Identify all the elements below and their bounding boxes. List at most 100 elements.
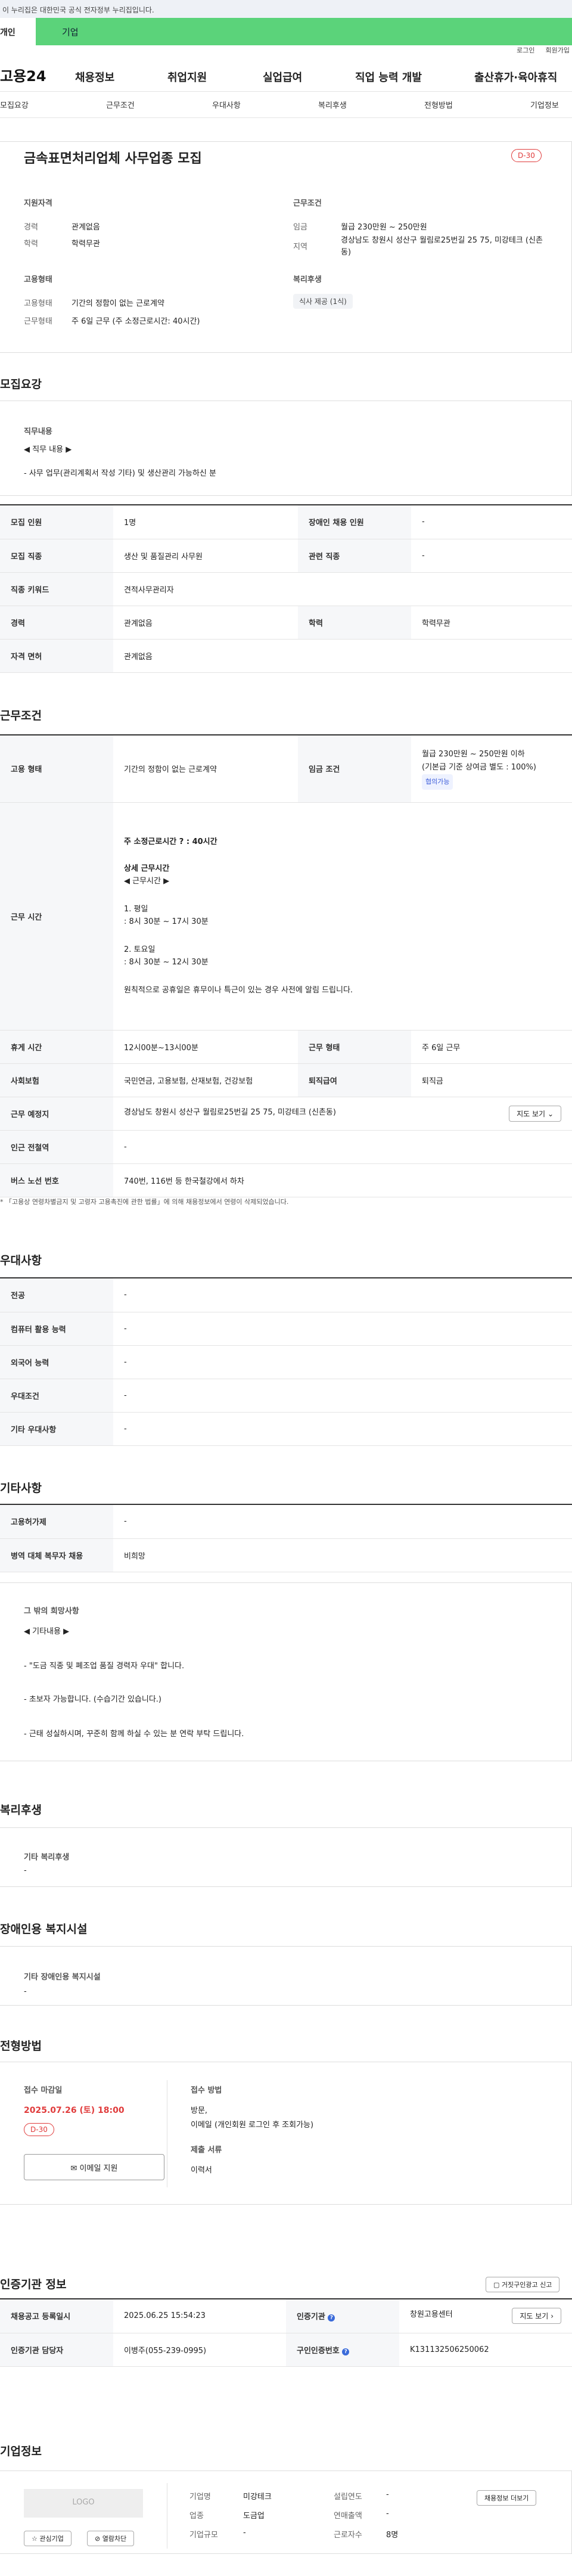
anchor-pref[interactable]: 우대사항 xyxy=(212,99,241,110)
row-value: - xyxy=(411,505,572,539)
anchor-company[interactable]: 기업정보 xyxy=(530,99,559,110)
employees-value: 8명 xyxy=(386,2531,399,2540)
member-type-tabs: 개인 기업 xyxy=(0,18,572,45)
saturday-hours: : 8시 30분 ~ 12시 30분 xyxy=(124,958,209,967)
map-button-label: 지도 보기 xyxy=(517,1109,546,1118)
row-label: 구인인증번호 ? xyxy=(286,2333,399,2367)
more-jobs-button[interactable]: 채용정보 더보기 xyxy=(477,2490,537,2506)
welfare-title: 복리후생 xyxy=(293,275,322,284)
chevron-right-icon: › xyxy=(551,2312,554,2321)
detail-hours-sub: ◀ 근무시간 ▶ xyxy=(124,877,170,886)
nav-item-training[interactable]: 직업 능력 개발 xyxy=(355,69,474,85)
weekday-label: 1. 평일 xyxy=(124,905,148,914)
table-row: 전공 - xyxy=(0,1278,572,1312)
hope-line-2: - 초보자 가능합니다. (수습기간 있습니다.) xyxy=(24,1695,161,1704)
hope-line-1: - "도금 직종 및 폐조업 품질 경력자 우대" 합니다. xyxy=(24,1662,185,1671)
row-label: 사회보험 xyxy=(0,1063,113,1097)
table-row: 컴퓨터 활용 능력 - xyxy=(0,1312,572,1346)
row-value: 이병주(055-239-0995) xyxy=(113,2333,286,2367)
wage-bonus: (기본급 기준 상여금 별도 : 100%) xyxy=(422,762,536,772)
anchor-recruit[interactable]: 모집요강 xyxy=(0,99,29,110)
block-view-button[interactable]: ⊘ 열람차단 xyxy=(87,2531,135,2546)
hope-line-3: - 근태 성실하시며, 꾸준히 함께 하실 수 있는 분 연락 부탁 드립니다. xyxy=(24,1730,244,1739)
row-value: - xyxy=(113,1130,572,1164)
table-row: 자격 면허 관계없음 xyxy=(0,639,572,673)
edu-label: 학력 xyxy=(24,240,38,249)
agency-map-label: 지도 보기 xyxy=(520,2312,549,2321)
row-value: 생산 및 품질관리 사무원 xyxy=(113,539,298,573)
row-label: 학력 xyxy=(298,606,411,640)
row-label: 퇴직급여 xyxy=(298,1063,411,1097)
tab-business[interactable]: 기업 xyxy=(36,18,572,45)
tab-individual[interactable]: 개인 xyxy=(0,18,36,45)
row-value: 1명 xyxy=(113,505,298,539)
nav-item-unemployment[interactable]: 실업급여 xyxy=(263,69,355,85)
row-value: - xyxy=(113,1312,572,1346)
deadline-label: 접수 마감일 xyxy=(24,2086,63,2095)
deadline-value: 2025.07.26 (토) 18:00 xyxy=(24,2106,125,2115)
row-value: 창원고용센터 지도 보기 › xyxy=(399,2299,572,2333)
worktype-label: 근무형태 xyxy=(24,317,52,326)
company-logo: LOGO xyxy=(24,2489,143,2518)
etc-table: 고용허가제 - 병역 대체 복무자 채용 비희망 xyxy=(0,1504,572,1572)
star-icon: ☆ xyxy=(32,2535,38,2543)
table-row: 고용허가제 - xyxy=(0,1505,572,1539)
org-value: 창원고용센터 xyxy=(410,2310,453,2320)
welfare-box-value: - xyxy=(24,1866,27,1875)
row-label: 임금 조건 xyxy=(298,735,411,803)
email-apply-button[interactable]: ✉ 이메일 지원 xyxy=(24,2154,164,2180)
agency-map-button[interactable]: 지도 보기 › xyxy=(512,2308,561,2324)
site-logo[interactable]: 고용24 xyxy=(0,64,46,85)
favorite-label: 관심기업 xyxy=(39,2535,64,2543)
row-value: - xyxy=(411,539,572,573)
anchor-welfare[interactable]: 복리후생 xyxy=(318,99,347,110)
row-value: 견적사무관리자 xyxy=(113,572,572,606)
hope-title: 그 밖의 희망사항 xyxy=(24,1607,79,1616)
favorite-company-button[interactable]: ☆ 관심기업 xyxy=(24,2531,72,2546)
wage-range: 월급 230만원 ~ 250만원 이하 xyxy=(422,749,525,759)
row-value: 740번, 116번 등 한국철강에서 하차 xyxy=(113,1163,572,1197)
nav-item-jobs[interactable]: 채용정보 xyxy=(75,69,167,85)
login-link[interactable]: 로그인 xyxy=(517,46,534,54)
row-value: K131132506250062 xyxy=(399,2333,572,2367)
emp-title: 고용형태 xyxy=(24,275,52,284)
disabled-box-value: - xyxy=(24,1987,27,1996)
row-label: 전공 xyxy=(0,1278,113,1312)
nav-item-employment-support[interactable]: 취업지원 xyxy=(167,69,263,85)
utility-links: 로그인 회원가입 xyxy=(0,45,572,56)
row-label: 모집 인원 xyxy=(0,505,113,539)
row-value: 관계없음 xyxy=(113,606,298,640)
info-icon[interactable]: ? xyxy=(328,2314,335,2322)
year-value: - xyxy=(386,2490,389,2499)
agency-table: 채용공고 등록일시 2025.06.25 15:54:23 인증기관 ? 창원고용… xyxy=(0,2298,572,2367)
info-icon[interactable]: ? xyxy=(342,2348,350,2355)
worktype-value: 주 6일 근무 (주 소정근로시간: 40시간) xyxy=(72,317,200,326)
work-place: 경상남도 창원시 성산구 월림로25번길 25 75, 미강테크 (신촌동) xyxy=(124,1107,336,1117)
holiday-note: 원칙적으로 공휴일은 휴무이나 특근이 있는 경우 사전에 알림 드립니다. xyxy=(124,986,353,995)
section-anchor-nav: 모집요강 근무조건 우대사항 복리후생 전형방법 기업정보 xyxy=(0,92,572,118)
work-map-button[interactable]: 지도 보기 ⌄ xyxy=(509,1105,561,1122)
anchor-process[interactable]: 전형방법 xyxy=(424,99,453,110)
table-row: 모집 인원 1명 장애인 채용 인원 - xyxy=(0,505,572,539)
row-label: 병역 대체 복무자 채용 xyxy=(0,1538,113,1572)
career-value: 관계없음 xyxy=(72,223,100,232)
row-value: 12시00분~13시00분 xyxy=(113,1030,298,1064)
method-label: 접수 방법 xyxy=(191,2086,222,2095)
employees-label: 근로자수 xyxy=(334,2531,362,2540)
row-label: 우대조건 xyxy=(0,1379,113,1413)
industry-label: 업종 xyxy=(189,2512,204,2521)
gov-banner: 이 누리집은 대한민국 공식 전자정부 누리집입니다. xyxy=(0,0,572,18)
org-label: 인증기관 xyxy=(297,2313,325,2322)
report-fake-ad-button[interactable]: ▢ 거짓구인광고 신고 xyxy=(486,2277,560,2292)
anchor-work[interactable]: 근무조건 xyxy=(106,99,135,110)
row-value: - xyxy=(113,1505,572,1539)
section-title-recruit: 모집요강 xyxy=(0,378,42,391)
section-title-work: 근무조건 xyxy=(0,709,42,722)
join-link[interactable]: 회원가입 xyxy=(546,46,570,54)
table-row: 인증기관 담당자 이병주(055-239-0995) 구인인증번호 ? K1311… xyxy=(0,2333,572,2367)
qual-title: 지원자격 xyxy=(24,199,52,208)
docs-value: 이력서 xyxy=(191,2166,212,2175)
row-value: 경상남도 창원시 성산구 월림로25번길 25 75, 미강테크 (신촌동) 지도… xyxy=(113,1097,572,1131)
table-row: 직종 키워드 견적사무관리자 xyxy=(0,572,572,606)
nav-item-leave[interactable]: 출산휴가·육아휴직 xyxy=(474,69,557,85)
